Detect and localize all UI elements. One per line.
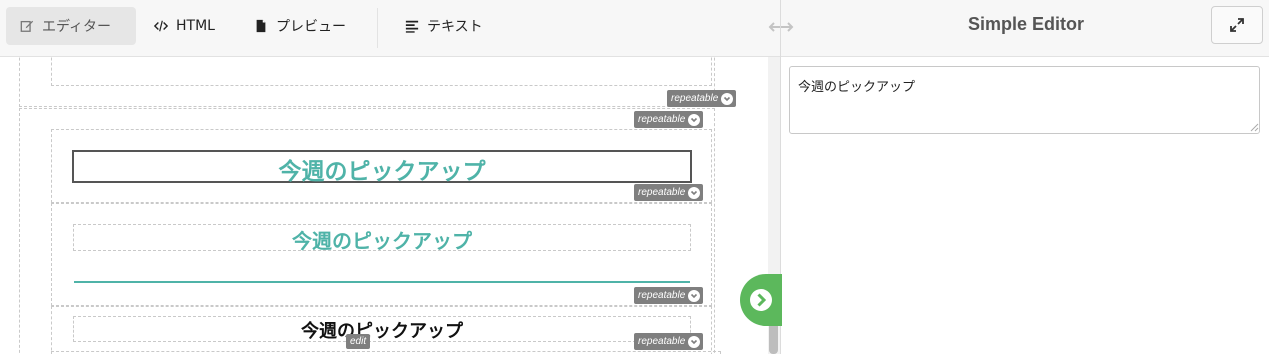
heading-1[interactable]: 今週のピックアップ [72,152,692,186]
repeatable-badge[interactable]: repeatable [667,90,737,107]
repeatable-badge[interactable]: repeatable [634,184,704,201]
editor-canvas: repeatable repeatable 今週のピックアップ repeatab… [0,57,768,354]
file-icon [256,19,266,33]
edit-icon [20,20,34,32]
repeatable-label: repeatable [638,114,686,125]
html-tab-label: HTML [176,18,215,34]
panel-title: Simple Editor [967,14,1084,34]
heading-2[interactable]: 今週のピックアップ [73,225,691,254]
heading-3[interactable]: 今週のピックアップ [73,317,691,343]
repeatable-label: repeatable [638,187,686,198]
expand-button[interactable] [1211,6,1263,44]
chevron-circle-down-icon [688,289,701,302]
text-tab-button[interactable]: テキスト [391,7,497,45]
teal-divider-line [74,281,690,283]
chevron-circle-down-icon [688,186,701,199]
chevron-circle-down-icon [721,92,734,105]
repeatable-badge[interactable]: repeatable [634,287,704,304]
resize-grip-icon[interactable] [1249,122,1259,132]
chevron-circle-down-icon [688,113,701,126]
toolbar-divider [377,8,378,48]
repeatable-label: repeatable [671,93,719,104]
content-block-2[interactable] [51,203,712,306]
repeatable-badge[interactable]: repeatable [634,333,704,350]
repeatable-label: repeatable [638,290,686,301]
html-tab-button[interactable]: HTML [140,7,229,45]
code-icon [154,20,168,32]
preview-tab-button[interactable]: プレビュー [240,7,360,45]
edit-badge[interactable]: edit [346,334,371,349]
repeatable-label: repeatable [638,336,686,347]
text-tab-label: テキスト [427,19,483,35]
chevron-circle-right-icon [750,289,772,311]
align-left-icon [405,20,419,33]
editor-tab-button[interactable]: エディター [6,7,136,45]
expand-icon [1230,18,1244,32]
inner-block-top[interactable] [51,57,712,86]
preview-tab-label: プレビュー [276,19,346,35]
editor-tab-label: エディター [42,19,112,35]
content-textarea[interactable]: 今週のピックアップ [789,66,1260,134]
repeatable-badge[interactable]: repeatable [634,111,704,128]
top-toolbar: エディター HTML プレビュー テキスト Simple Editor [0,0,1269,57]
chevron-circle-down-icon [688,335,701,348]
